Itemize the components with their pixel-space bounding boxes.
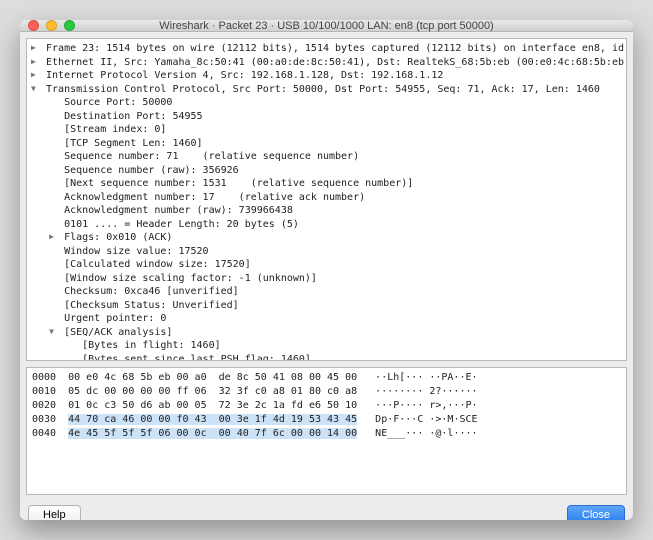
- titlebar[interactable]: Wireshark · Packet 23 · USB 10/100/1000 …: [20, 20, 633, 32]
- tree-spacer: [49, 138, 58, 149]
- tree-spacer: [49, 178, 58, 189]
- tree-spacer: [49, 151, 58, 162]
- window-controls: [28, 20, 75, 31]
- hex-row[interactable]: 0020 01 0c c3 50 d6 ab 00 05 72 3e 2c 1a…: [32, 399, 621, 413]
- tree-spacer: [49, 165, 58, 176]
- tree-row[interactable]: Sequence number: 71 (relative sequence n…: [31, 150, 622, 164]
- tree-spacer: [67, 354, 76, 362]
- disclosure-closed-icon[interactable]: ▶: [49, 232, 58, 243]
- tree-row[interactable]: ▶ Ethernet II, Src: Yamaha_8c:50:41 (00:…: [31, 56, 622, 70]
- tree-row[interactable]: [Checksum Status: Unverified]: [31, 299, 622, 313]
- close-button[interactable]: Close: [567, 505, 625, 521]
- tree-spacer: [49, 313, 58, 324]
- tree-row[interactable]: Sequence number (raw): 356926: [31, 164, 622, 178]
- tree-row[interactable]: ▶ Internet Protocol Version 4, Src: 192.…: [31, 69, 622, 83]
- tree-row[interactable]: [Bytes in flight: 1460]: [31, 339, 622, 353]
- hex-row[interactable]: 0010 05 dc 00 00 00 00 ff 06 32 3f c0 a8…: [32, 385, 621, 399]
- footer: Help Close: [20, 501, 633, 521]
- hex-view[interactable]: 0000 00 e0 4c 68 5b eb 00 a0 de 8c 50 41…: [26, 367, 627, 494]
- tree-row[interactable]: Checksum: 0xca46 [unverified]: [31, 285, 622, 299]
- tree-spacer: [67, 340, 76, 351]
- hex-row[interactable]: 0000 00 e0 4c 68 5b eb 00 a0 de 8c 50 41…: [32, 371, 621, 385]
- tree-spacer: [49, 124, 58, 135]
- tree-spacer: [49, 205, 58, 216]
- zoom-icon[interactable]: [64, 20, 75, 31]
- tree-row[interactable]: Acknowledgment number (raw): 739966438: [31, 204, 622, 218]
- tree-spacer: [49, 273, 58, 284]
- tree-spacer: [49, 300, 58, 311]
- disclosure-closed-icon[interactable]: ▶: [31, 70, 40, 81]
- hex-row[interactable]: 0040 4e 45 5f 5f 5f 06 00 0c 00 40 7f 6c…: [32, 427, 621, 441]
- packet-dialog: Wireshark · Packet 23 · USB 10/100/1000 …: [20, 20, 633, 520]
- disclosure-open-icon[interactable]: ▼: [49, 327, 58, 338]
- tree-spacer: [49, 286, 58, 297]
- disclosure-closed-icon[interactable]: ▶: [31, 57, 40, 68]
- tree-row[interactable]: [Next sequence number: 1531 (relative se…: [31, 177, 622, 191]
- tree-row[interactable]: ▼ [SEQ/ACK analysis]: [31, 326, 622, 340]
- tree-spacer: [49, 259, 58, 270]
- window-title: Wireshark · Packet 23 · USB 10/100/1000 …: [20, 20, 633, 32]
- help-button[interactable]: Help: [28, 505, 81, 521]
- content: ▶ Frame 23: 1514 bytes on wire (12112 bi…: [20, 32, 633, 501]
- tree-spacer: [49, 219, 58, 230]
- tree-row[interactable]: Urgent pointer: 0: [31, 312, 622, 326]
- tree-row[interactable]: ▶ Frame 23: 1514 bytes on wire (12112 bi…: [31, 42, 622, 56]
- packet-tree[interactable]: ▶ Frame 23: 1514 bytes on wire (12112 bi…: [26, 38, 627, 361]
- tree-row[interactable]: [Calculated window size: 17520]: [31, 258, 622, 272]
- tree-row[interactable]: Destination Port: 54955: [31, 110, 622, 124]
- tree-row[interactable]: Source Port: 50000: [31, 96, 622, 110]
- tree-row[interactable]: [TCP Segment Len: 1460]: [31, 137, 622, 151]
- close-icon[interactable]: [28, 20, 39, 31]
- tree-row[interactable]: ▼ Transmission Control Protocol, Src Por…: [31, 83, 622, 97]
- tree-row[interactable]: 0101 .... = Header Length: 20 bytes (5): [31, 218, 622, 232]
- tree-row[interactable]: Window size value: 17520: [31, 245, 622, 259]
- tree-row[interactable]: Acknowledgment number: 17 (relative ack …: [31, 191, 622, 205]
- tree-spacer: [49, 97, 58, 108]
- hex-row[interactable]: 0030 44 70 ca 46 00 00 f0 43 00 3e 1f 4d…: [32, 413, 621, 427]
- tree-row[interactable]: ▶ Flags: 0x010 (ACK): [31, 231, 622, 245]
- tree-row[interactable]: [Window size scaling factor: -1 (unknown…: [31, 272, 622, 286]
- tree-spacer: [49, 192, 58, 203]
- tree-spacer: [49, 246, 58, 257]
- disclosure-closed-icon[interactable]: ▶: [31, 43, 40, 54]
- disclosure-open-icon[interactable]: ▼: [31, 84, 40, 95]
- tree-row[interactable]: [Stream index: 0]: [31, 123, 622, 137]
- tree-row[interactable]: [Bytes sent since last PSH flag: 1460]: [31, 353, 622, 362]
- minimize-icon[interactable]: [46, 20, 57, 31]
- tree-spacer: [49, 111, 58, 122]
